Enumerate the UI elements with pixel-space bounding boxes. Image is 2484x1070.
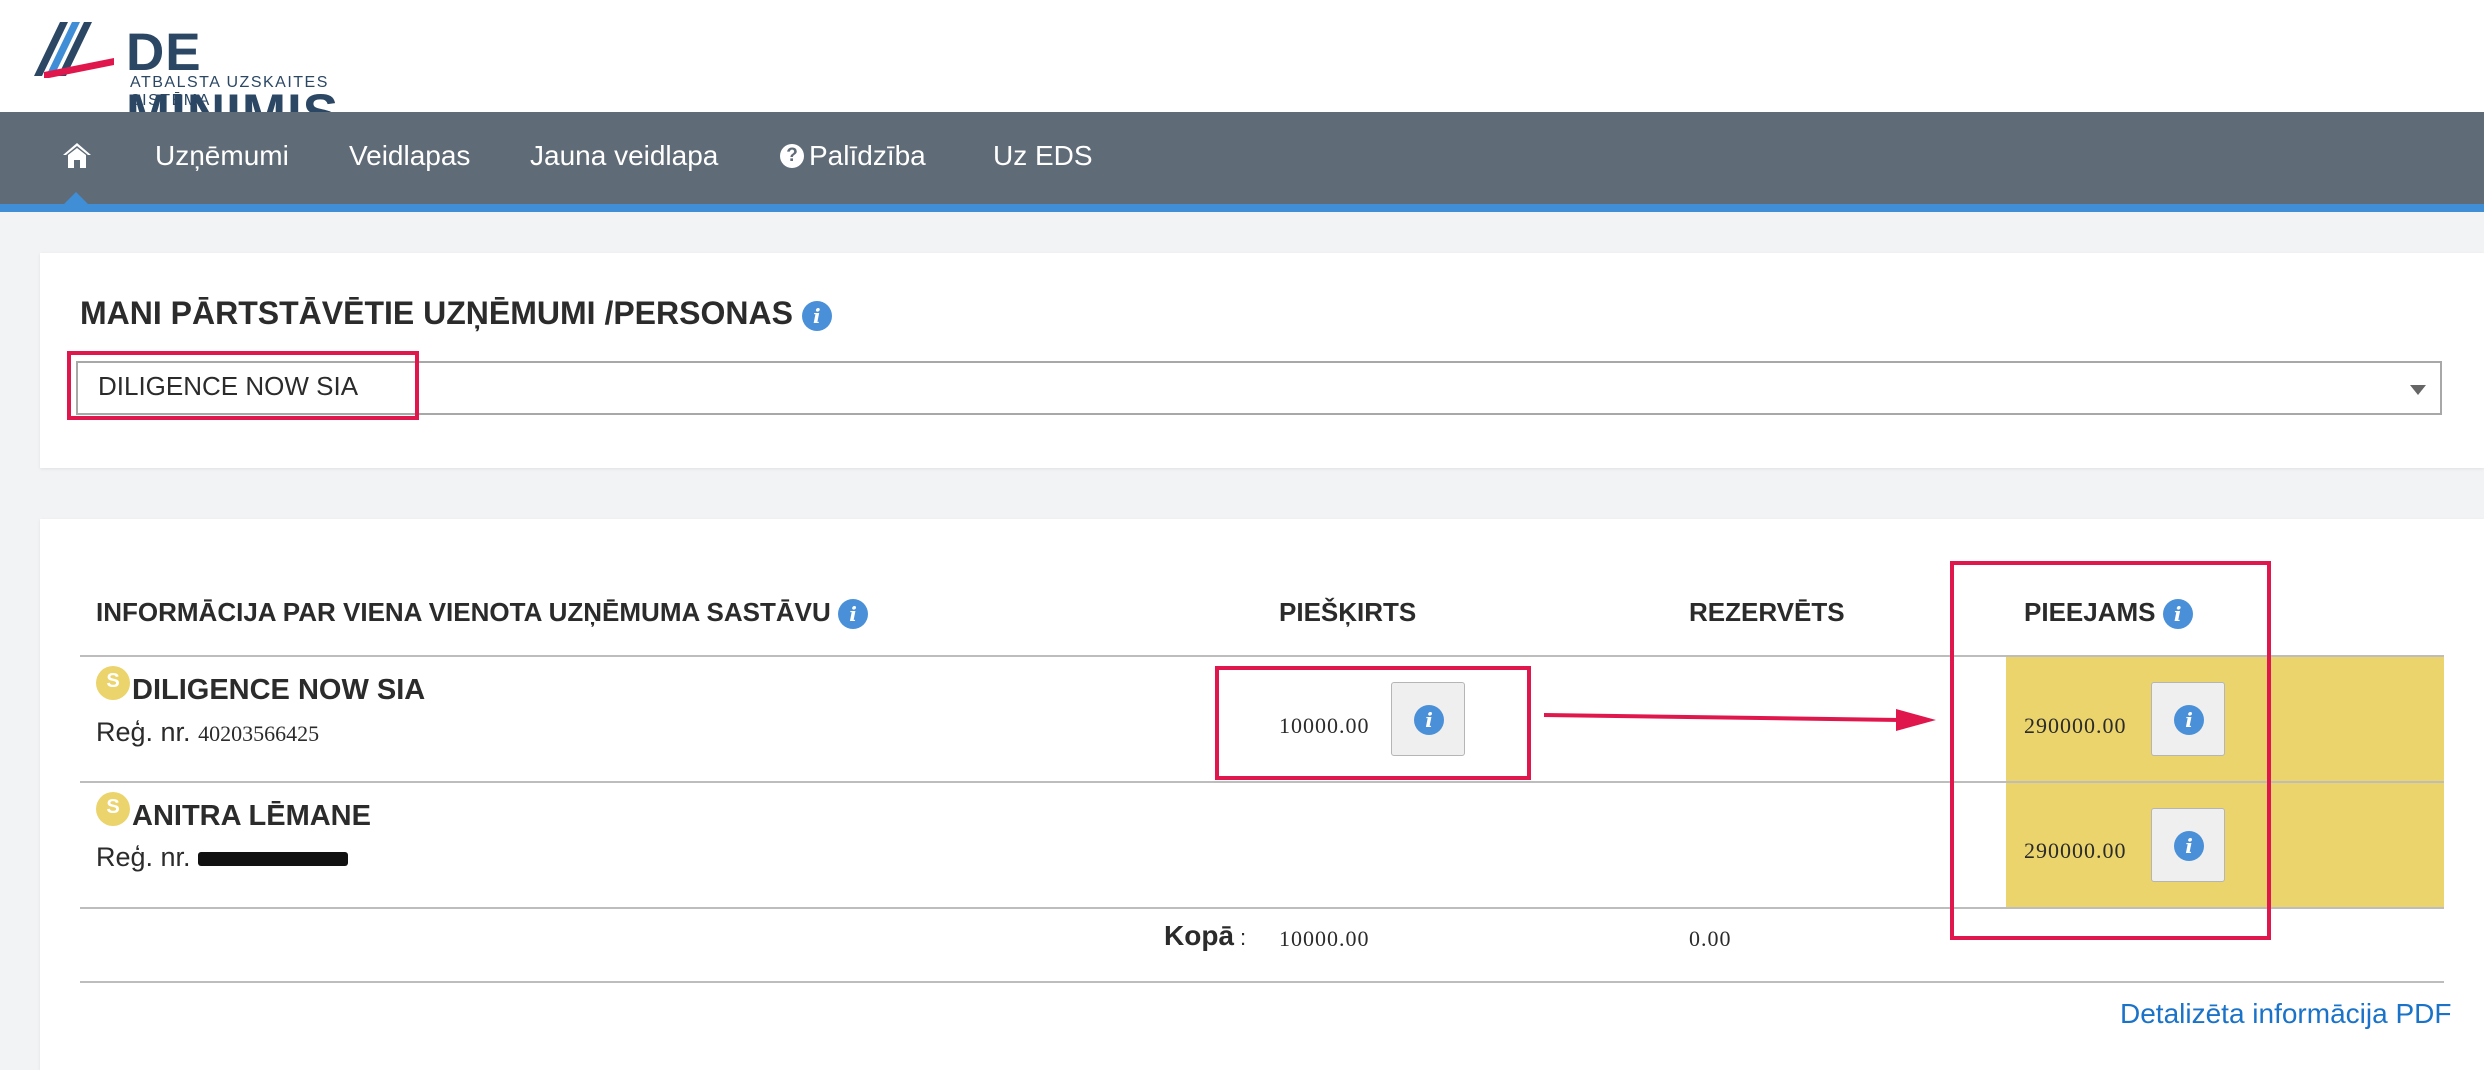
logo-tagline: ATBALSTA UZSKAITES SISTĒMA (130, 74, 329, 109)
pdf-detail-link[interactable]: Detalizēta informācija PDF (2120, 998, 2451, 1030)
annotation-box-available (1950, 561, 2271, 940)
nav-item-label: Palīdzība (809, 140, 926, 171)
table-row-company-name: S DILIGENCE NOW SIA (96, 666, 426, 708)
divider (80, 981, 2444, 983)
column-header-granted: PIEŠĶIRTS (1279, 597, 1417, 627)
total-reserved: 0.00 (1689, 926, 1732, 951)
reg-label: Reģ. nr. (96, 842, 191, 872)
logo-mark-icon (34, 22, 114, 78)
total-granted: 10000.00 (1279, 926, 1370, 951)
logo[interactable]: DE MINIMIS ATBALSTA UZSKAITES SISTĒMA (34, 18, 394, 143)
question-circle-icon: ? (780, 143, 804, 168)
nav-item-palidziba[interactable]: ? Palīdzība (780, 112, 926, 204)
info-icon[interactable]: i (801, 300, 832, 331)
nav-item-veidlapas[interactable]: Veidlapas (349, 112, 470, 204)
chevron-down-icon[interactable] (2410, 385, 2426, 395)
nav-item-uz-eds[interactable]: Uz EDS (993, 112, 1093, 204)
total-label-text: Kopā (1164, 920, 1234, 951)
table-row-company-name: S ANITRA LĒMANE (96, 792, 371, 834)
nav-item-label: Veidlapas (349, 140, 471, 171)
nav-item-label: Uz EDS (993, 140, 1093, 171)
nav-home[interactable] (62, 112, 94, 204)
company-name-text: DILIGENCE NOW SIA (132, 674, 426, 706)
annotation-arrow-icon (1543, 709, 1936, 731)
total-colon: : (1240, 925, 1247, 950)
annotation-box-select (67, 351, 419, 420)
redacted-reg-value (198, 851, 349, 866)
column-header-text: INFORMĀCIJA PAR VIENA VIENOTA UZŅĒMUMA S… (96, 597, 831, 627)
annotation-box-granted (1215, 666, 1531, 780)
status-badge: S (96, 666, 130, 700)
column-header-reserved: REZERVĒTS (1689, 597, 1845, 627)
reg-number: Reģ. nr. (96, 842, 349, 873)
active-nav-indicator (63, 192, 89, 205)
total-label: Kopā: (1164, 920, 1246, 952)
nav-item-uznemumi[interactable]: Uzņēmumi (155, 112, 289, 204)
home-icon (63, 143, 91, 168)
nav-accent-stripe (0, 204, 2484, 212)
info-icon[interactable]: i (838, 599, 868, 630)
represented-title: MANI PĀRTSTĀVĒTIE UZŅĒMUMI /PERSONAS i (80, 295, 832, 332)
status-badge: S (96, 792, 130, 826)
column-header-composition: INFORMĀCIJA PAR VIENA VIENOTA UZŅĒMUMA S… (96, 597, 868, 630)
represented-title-text: MANI PĀRTSTĀVĒTIE UZŅĒMUMI /PERSONAS (80, 295, 793, 331)
header: DE MINIMIS ATBALSTA UZSKAITES SISTĒMA (0, 0, 2484, 143)
represented-select[interactable]: DILIGENCE NOW SIA (76, 361, 2442, 415)
nav-item-jauna-veidlapa[interactable]: Jauna veidlapa (530, 112, 718, 204)
nav-item-label: Jauna veidlapa (530, 140, 719, 171)
reg-label: Reģ. nr. (96, 717, 191, 747)
reg-value: 40203566425 (198, 721, 320, 746)
company-name-text: ANITRA LĒMANE (132, 800, 371, 832)
main-nav: Uzņēmumi Veidlapas Jauna veidlapa ? Palīd… (0, 112, 2484, 204)
nav-item-label: Uzņēmumi (155, 140, 289, 171)
reg-number: Reģ. nr. 40203566425 (96, 717, 319, 748)
